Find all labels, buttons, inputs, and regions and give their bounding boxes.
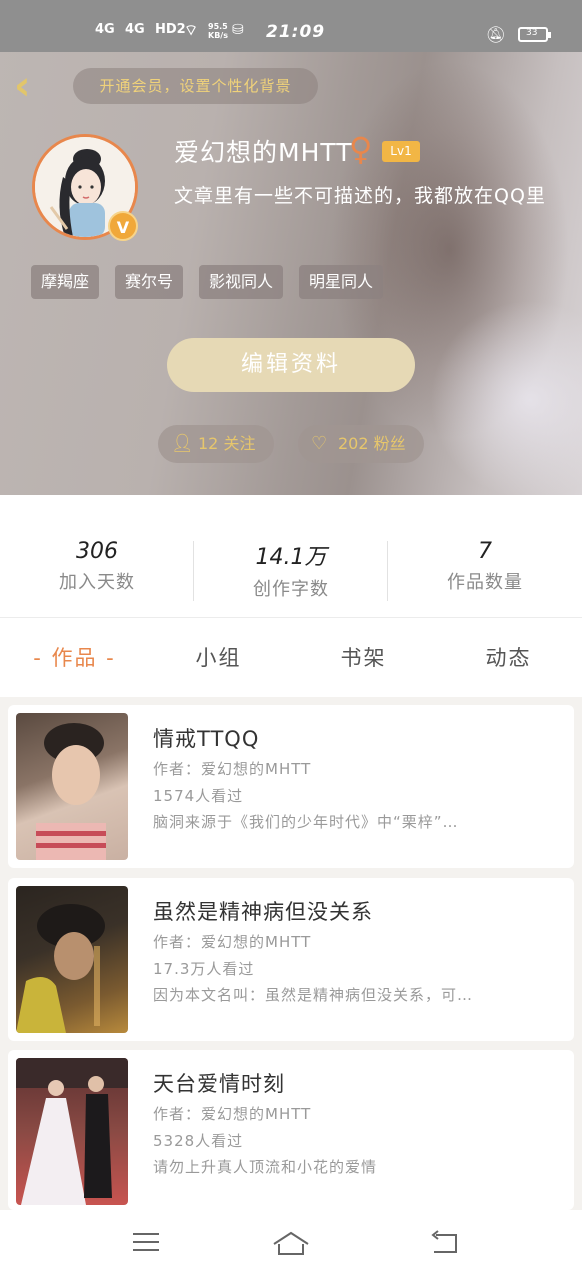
cover-photo	[36, 723, 106, 860]
menu-icon	[133, 1233, 159, 1251]
work-card[interactable]: 情戒TTQQ 作者：爱幻想的MHTT 1574人看过 脑洞来源于《我们的少年时代…	[8, 705, 574, 868]
work-views: 5328人看过	[153, 1132, 244, 1150]
clock: 21:09	[266, 22, 326, 42]
stat-value: 14.1万	[255, 545, 327, 570]
verified-badge: V	[108, 211, 138, 241]
work-views: 1574人看过	[153, 787, 244, 805]
work-views: 17.3万人看过	[153, 960, 255, 978]
stat-label: 作品数量	[447, 572, 523, 593]
stat-value: 7	[478, 539, 492, 564]
stat-label: 创作字数	[253, 579, 329, 600]
bio: 文章里有一些不可描述的，我都放在QQ里	[174, 185, 546, 207]
female-icon: ♀	[349, 130, 373, 168]
battery-icon: 33	[518, 27, 551, 42]
work-summary: 因为本文名叫：虽然是精神病但没关系，可…	[153, 986, 474, 1004]
work-author: 作者：爱幻想的MHTT	[153, 1105, 312, 1123]
back-button[interactable]: ‹	[14, 66, 50, 108]
work-author: 作者：爱幻想的MHTT	[153, 760, 312, 778]
work-card[interactable]: 天台爱情时刻 作者：爱幻想的MHTT 5328人看过 请勿上升真人顶流和小花的爱…	[8, 1050, 574, 1210]
work-author: 作者：爱幻想的MHTT	[153, 933, 312, 951]
signal-2: 4G	[125, 22, 145, 37]
work-title: 天台爱情时刻	[153, 1072, 285, 1096]
edit-profile-button[interactable]: 编辑资料	[167, 338, 415, 392]
work-title: 情戒TTQQ	[153, 727, 260, 751]
cover-photo	[16, 904, 105, 1033]
tab-activity[interactable]: 动态	[436, 642, 581, 672]
stat-days: 306 加入天数	[0, 539, 194, 594]
wifi-icon: ⌔	[184, 21, 199, 39]
network-speed: 95.5 KB/s	[208, 22, 228, 40]
stat-label: 加入天数	[59, 572, 135, 593]
tag[interactable]: 赛尔号	[115, 265, 184, 299]
menu-button[interactable]	[126, 1230, 166, 1260]
return-button[interactable]	[424, 1230, 464, 1260]
stats-bar: 306 加入天数 14.1万 创作字数 7 作品数量	[0, 495, 582, 617]
fans-count: 202 粉丝	[338, 434, 406, 453]
tab-bar: - 作品 - 小组 书架 动态	[0, 617, 582, 697]
tab-bookshelf[interactable]: 书架	[291, 642, 436, 672]
user-add-icon: 👤︎	[171, 433, 194, 454]
home-button[interactable]	[271, 1230, 311, 1260]
work-cover	[16, 1058, 128, 1205]
hd-indicator: HD2	[155, 22, 186, 37]
tab-works[interactable]: - 作品 -	[2, 642, 147, 672]
return-icon	[431, 1230, 457, 1253]
system-nav-bar	[0, 1210, 582, 1280]
work-card[interactable]: 虽然是精神病但没关系 作者：爱幻想的MHTT 17.3万人看过 因为本文名叫：虽…	[8, 878, 574, 1041]
tag[interactable]: 摩羯座	[31, 265, 100, 299]
cover-photo	[16, 1058, 128, 1205]
chevron-left-icon: ‹	[14, 63, 31, 109]
tag-list: 摩羯座 赛尔号 影视同人 明星同人	[31, 265, 384, 299]
stat-words: 14.1万 创作字数	[194, 539, 388, 601]
work-cover	[16, 886, 128, 1033]
bell-muted-icon: 🔕︎	[485, 25, 506, 44]
following-button[interactable]: 👤︎ 12 关注	[158, 425, 274, 463]
tag[interactable]: 明星同人	[299, 265, 384, 299]
vip-background-prompt[interactable]: 开通会员，设置个性化背景	[73, 68, 318, 104]
tab-groups[interactable]: 小组	[146, 642, 291, 672]
home-icon	[273, 1231, 309, 1255]
stat-works: 7 作品数量	[388, 539, 582, 594]
work-summary: 请勿上升真人顶流和小花的爱情	[153, 1158, 378, 1176]
level-badge: Lv1	[382, 141, 420, 162]
heart-icon: ♡	[311, 433, 328, 454]
status-bar: 4G 4G HD2 ⌔ 95.5 KB/s ⛁ 21:09 🔕︎ 33	[0, 0, 582, 52]
work-title: 虽然是精神病但没关系	[153, 900, 373, 924]
fans-button[interactable]: ♡ 202 粉丝	[298, 425, 424, 463]
work-cover	[16, 713, 128, 860]
work-summary: 脑洞来源于《我们的少年时代》中“栗梓”…	[153, 813, 459, 831]
stat-value: 306	[76, 539, 118, 564]
following-count: 12 关注	[198, 434, 256, 453]
username: 爱幻想的MHTT	[174, 138, 353, 167]
battery-level: 33	[526, 28, 538, 38]
tag[interactable]: 影视同人	[199, 265, 284, 299]
signal-1: 4G	[95, 22, 115, 37]
data-icon: ⛁	[232, 22, 244, 38]
